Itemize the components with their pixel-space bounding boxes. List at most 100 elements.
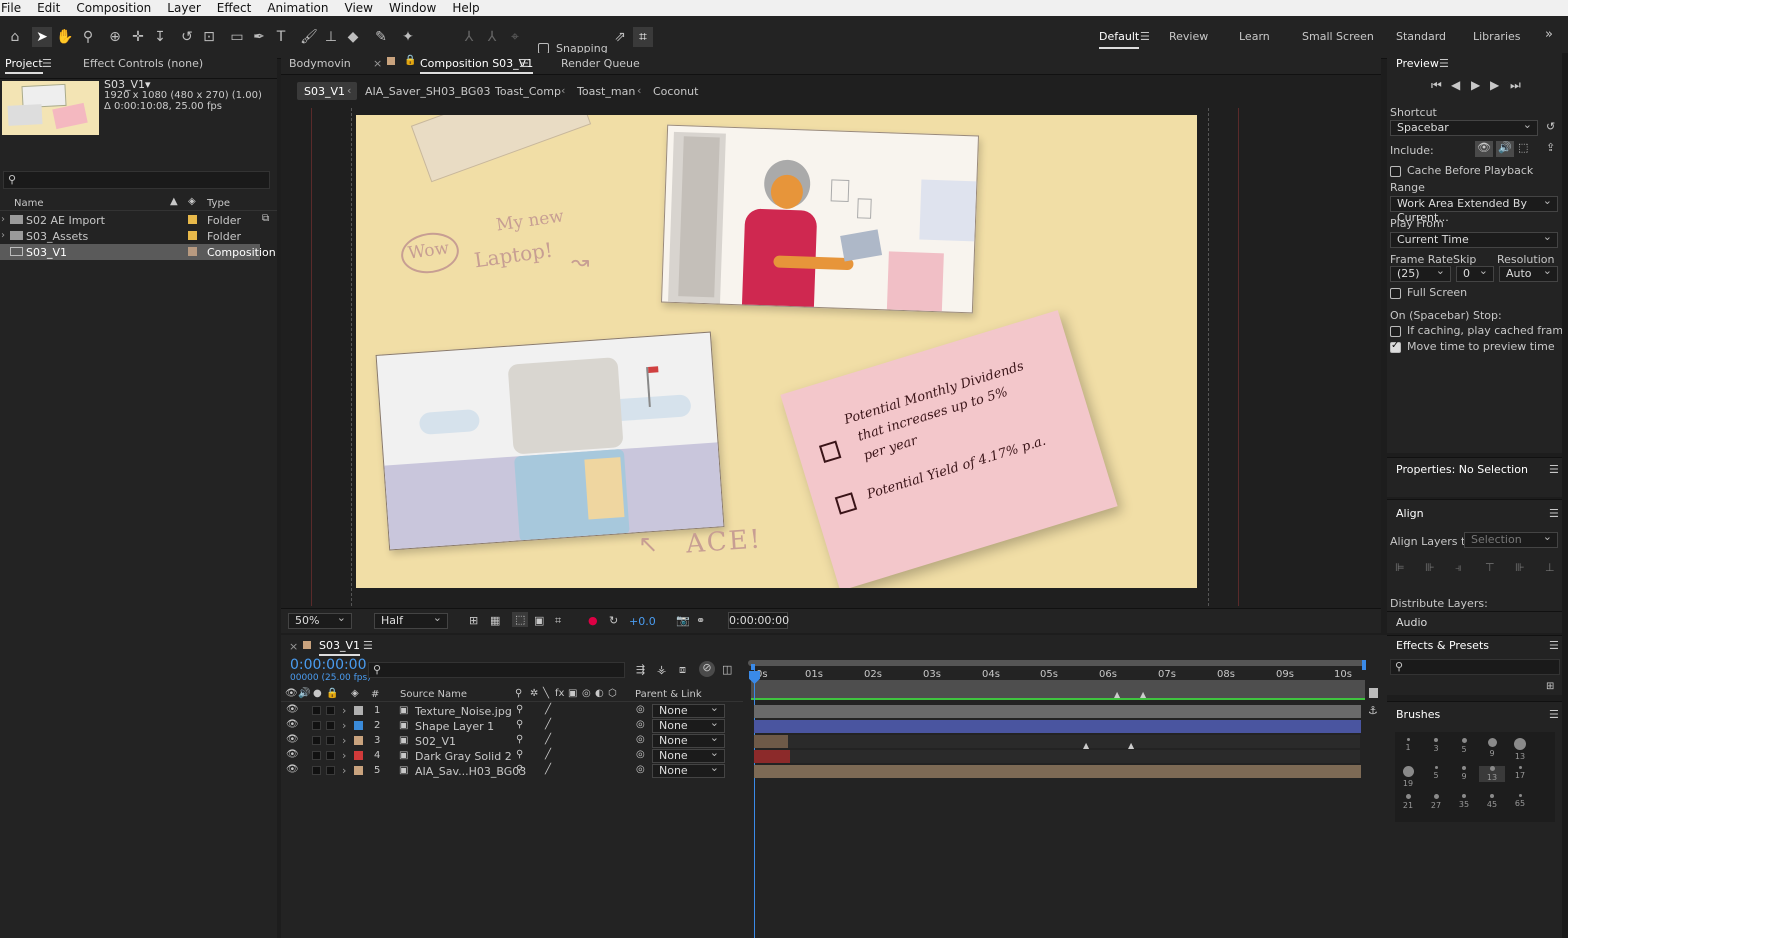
timeline-search-input[interactable]: ⚲ [368, 662, 625, 678]
expand-arrow-icon[interactable]: › [342, 749, 346, 762]
project-menu-icon[interactable]: ☰ [42, 57, 52, 70]
type-tool-icon[interactable]: T [271, 27, 291, 47]
preview-menu-icon[interactable]: ☰ [1439, 57, 1449, 70]
keyframe-marker-icon[interactable]: ▲ [1083, 741, 1089, 750]
solo-toggle[interactable] [312, 736, 321, 745]
snap-options-icon[interactable]: ⇗ [610, 27, 630, 47]
solo-toggle[interactable] [312, 706, 321, 715]
timeline-timecode[interactable]: 0:00:00:00 [290, 657, 367, 673]
exposure-value[interactable]: +0.0 [629, 615, 656, 628]
mask-path-icon[interactable]: ⬚ [512, 612, 529, 627]
brush-preset[interactable]: 19 [1395, 766, 1421, 788]
layer-duration-bar[interactable] [754, 750, 790, 763]
work-area-region[interactable] [751, 680, 1365, 699]
pan-camera-icon[interactable]: ✛ [128, 27, 148, 47]
lock-toggle[interactable] [326, 706, 335, 715]
timeline-layer-row[interactable]: 👁 › 1 ▣ Texture_Noise.jpg ⚲ ╱ ◎ None [282, 702, 1387, 719]
brush-preset[interactable]: 3 [1423, 738, 1449, 753]
shy-switch-icon[interactable]: ⚲ [516, 704, 523, 715]
close-tab-icon[interactable]: × [373, 57, 382, 70]
label-tag-icon[interactable]: ◈ [188, 196, 196, 207]
roto-brush-icon[interactable]: ✎ [371, 27, 391, 47]
menu-help[interactable]: Help [451, 1, 479, 15]
external-preview-icon[interactable]: ⇪ [1546, 141, 1555, 154]
expand-arrow-icon[interactable]: › [1, 230, 5, 241]
dolly-camera-icon[interactable]: ↧ [150, 27, 170, 47]
range-select[interactable]: Work Area Extended By Current... [1390, 194, 1558, 224]
breadcrumb-toast-comp[interactable]: Toast_Comp [495, 85, 561, 98]
label-color-swatch[interactable] [354, 706, 363, 715]
align-left-icon[interactable]: ⊫ [1395, 561, 1405, 574]
hand-tool-icon[interactable]: ✋ [55, 27, 75, 47]
layer-empty-track[interactable] [788, 735, 1360, 748]
layer-empty-track[interactable] [790, 750, 1360, 763]
hierarchy-icon[interactable]: ⧉ [262, 213, 269, 224]
comp-menu-icon[interactable]: ☰ [519, 57, 529, 70]
play-from-select[interactable]: Current Time [1390, 230, 1558, 248]
quality-switch-icon[interactable]: ╱ [545, 749, 551, 760]
column-type[interactable]: Type [207, 198, 230, 209]
tab-project[interactable]: Project [5, 57, 43, 74]
pick-whip-icon[interactable]: ◎ [636, 719, 645, 730]
menu-file[interactable]: File [0, 1, 21, 15]
align-bottom-icon[interactable]: ⊥ [1545, 561, 1555, 574]
brush-preset[interactable]: 9 [1451, 766, 1477, 781]
pick-whip-icon[interactable]: ◎ [636, 704, 645, 715]
include-audio-icon[interactable]: 🔊 [1496, 141, 1514, 157]
quality-switch-icon[interactable]: ╱ [545, 764, 551, 775]
lock-toggle[interactable] [326, 736, 335, 745]
video-switch-icon[interactable]: 👁 [285, 688, 298, 699]
tab-composition[interactable]: Composition S03_V1 [420, 57, 534, 74]
comp-mini-flowchart-icon[interactable]: ⇶ [636, 663, 645, 676]
local-axis-icon[interactable]: ⅄ [459, 27, 479, 47]
collapse-switch-icon[interactable]: ✲ [530, 688, 538, 699]
expand-arrow-icon[interactable]: › [342, 719, 346, 732]
lock-toggle[interactable] [326, 751, 335, 760]
audio-title[interactable]: Audio [1396, 616, 1427, 629]
breadcrumb-coconut[interactable]: Coconut [653, 85, 698, 98]
label-color-swatch[interactable] [354, 721, 363, 730]
brush-preset[interactable]: 9 [1479, 738, 1505, 758]
pan-behind-icon[interactable]: ⊡ [199, 27, 219, 47]
expand-arrow-icon[interactable]: › [342, 704, 346, 717]
lock-icon[interactable]: 🔒 [404, 55, 416, 66]
include-overlays-icon[interactable]: ⬚ [1518, 141, 1528, 154]
zoom-select[interactable]: 50% [288, 611, 352, 629]
menu-window[interactable]: Window [388, 1, 436, 15]
tab-timeline-comp[interactable]: S03_V1 [319, 639, 361, 656]
align-right-icon[interactable]: ⫣ [1455, 561, 1462, 575]
visibility-eye-icon[interactable]: 👁 [286, 719, 299, 730]
workspace-default[interactable]: Default [1099, 30, 1140, 49]
reset-exposure-icon[interactable]: ↻ [609, 614, 618, 627]
cache-checkbox-row[interactable]: Cache Before Playback [1390, 164, 1533, 177]
marker-icon[interactable]: ▲ [1114, 690, 1120, 699]
frame-blend-switch-icon[interactable]: ▣ [568, 688, 577, 699]
comp-marker-bin-icon[interactable] [1369, 688, 1378, 698]
shortcut-select[interactable]: Spacebar [1390, 118, 1538, 136]
layer-duration-bar[interactable] [754, 705, 1361, 718]
parent-select[interactable]: None [652, 762, 725, 778]
adjustment-switch-icon[interactable]: ◐ [595, 688, 604, 699]
include-video-icon[interactable]: 👁 [1475, 141, 1493, 157]
align-menu-icon[interactable]: ☰ [1549, 507, 1559, 520]
eraser-tool-icon[interactable]: ◆ [343, 27, 363, 47]
resolution-select[interactable]: Half [374, 611, 448, 629]
composition-canvas[interactable]: Wow My new Laptop! ↝ ↖ ACE! Potential Mo… [356, 115, 1197, 588]
visibility-eye-icon[interactable]: 👁 [286, 749, 299, 760]
brush-tool-icon[interactable]: 🖌 [299, 27, 319, 47]
next-frame-icon[interactable]: ▶︎ [1490, 78, 1499, 92]
skip-select[interactable]: 0 [1456, 264, 1494, 282]
column-source-name[interactable]: Source Name [400, 689, 467, 700]
solo-switch-icon[interactable]: ● [313, 688, 322, 699]
audio-switch-icon[interactable]: 🔊 [298, 688, 310, 699]
brush-preset[interactable]: 65 [1507, 794, 1533, 808]
brush-preset[interactable]: 21 [1395, 794, 1421, 810]
cache-checkbox[interactable] [1390, 165, 1401, 177]
shy-switch-icon[interactable]: ⚲ [516, 734, 523, 745]
selection-tool-icon[interactable]: ➤ [32, 27, 52, 47]
menu-layer[interactable]: Layer [166, 1, 200, 15]
label-color-swatch[interactable] [188, 247, 197, 256]
more-workspaces-icon[interactable]: » [1545, 27, 1553, 42]
pick-whip-icon[interactable]: ◎ [636, 734, 645, 745]
region-of-interest-icon[interactable]: ▣ [534, 614, 544, 627]
